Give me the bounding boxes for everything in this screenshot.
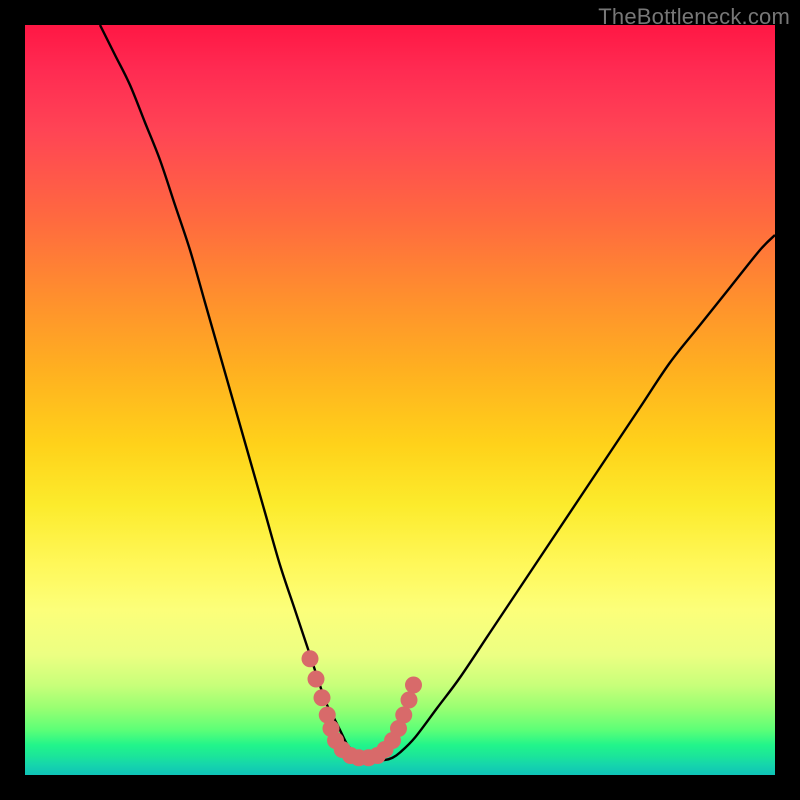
plot-area xyxy=(25,25,775,775)
watermark-text: TheBottleneck.com xyxy=(598,4,790,30)
chart-frame: TheBottleneck.com xyxy=(0,0,800,800)
